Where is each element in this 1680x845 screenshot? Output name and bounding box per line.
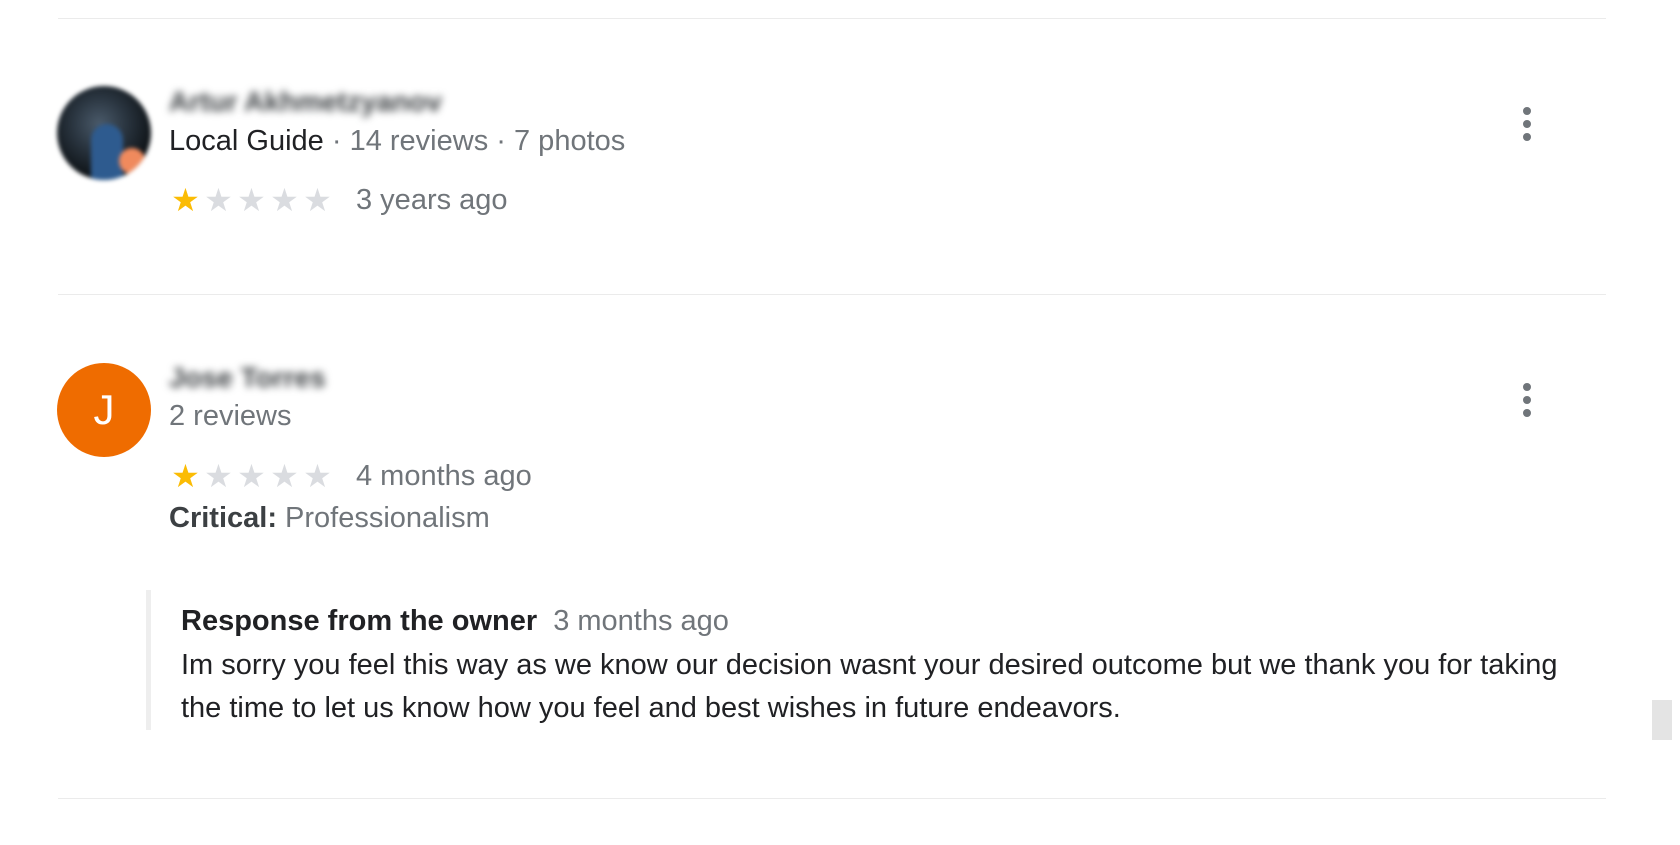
- reviewer-avatar[interactable]: [57, 86, 151, 180]
- star-empty-icon: ★: [237, 457, 266, 495]
- more-options-button[interactable]: [1515, 102, 1539, 146]
- rating-row: ★ ★ ★ ★ ★ 4 months ago: [169, 456, 532, 496]
- rating-row: ★ ★ ★ ★ ★ 3 years ago: [169, 180, 508, 220]
- reviewer-meta: Local Guide · 14 reviews · 7 photos: [169, 125, 625, 158]
- star-empty-icon: ★: [303, 181, 332, 219]
- avatar-figure: [91, 124, 123, 180]
- reviewer-name[interactable]: Artur Akhmetzyanov: [169, 86, 442, 118]
- top-divider: [58, 18, 1606, 19]
- meta-separator: ·: [331, 125, 342, 157]
- star-empty-icon: ★: [303, 457, 332, 495]
- star-empty-icon: ★: [204, 457, 233, 495]
- star-filled-icon: ★: [171, 457, 200, 495]
- review-age: 4 months ago: [356, 459, 532, 492]
- reviewer-avatar[interactable]: J: [57, 363, 151, 457]
- local-guide-label: Local Guide: [169, 125, 324, 157]
- owner-response-text: Im sorry you feel this way as we know ou…: [181, 649, 1558, 724]
- owner-response-header: Response from the owner 3 months ago: [181, 605, 1586, 638]
- owner-response-title: Response from the owner: [181, 605, 538, 637]
- star-empty-icon: ★: [204, 181, 233, 219]
- critical-label: Critical:: [169, 502, 277, 534]
- review-divider: [58, 294, 1606, 295]
- more-dot-icon: [1523, 120, 1531, 128]
- more-dot-icon: [1523, 396, 1531, 404]
- star-empty-icon: ★: [270, 457, 299, 495]
- more-dot-icon: [1523, 107, 1531, 115]
- more-dot-icon: [1523, 133, 1531, 141]
- reviews-count: 2 reviews: [169, 400, 292, 432]
- local-guide-badge-icon: [119, 148, 145, 174]
- review-age: 3 years ago: [356, 183, 508, 216]
- owner-response-age: 3 months ago: [553, 605, 729, 637]
- critical-attribute: Critical: Professionalism: [169, 502, 490, 535]
- more-dot-icon: [1523, 383, 1531, 391]
- reviews-count: 14 reviews: [349, 125, 489, 157]
- more-dot-icon: [1523, 409, 1531, 417]
- star-rating: ★ ★ ★ ★ ★: [169, 184, 334, 216]
- scrollbar-thumb[interactable]: [1652, 700, 1672, 740]
- star-filled-icon: ★: [171, 181, 200, 219]
- reviewer-name[interactable]: Jose Torres: [169, 362, 326, 394]
- meta-separator: ·: [496, 125, 506, 157]
- reviewer-meta: 2 reviews: [169, 400, 292, 433]
- bottom-divider: [58, 798, 1606, 799]
- star-rating: ★ ★ ★ ★ ★: [169, 460, 334, 492]
- more-options-button[interactable]: [1515, 378, 1539, 422]
- star-empty-icon: ★: [237, 181, 266, 219]
- photos-count: 7 photos: [514, 125, 626, 157]
- star-empty-icon: ★: [270, 181, 299, 219]
- critical-value: Professionalism: [285, 502, 490, 534]
- owner-response: Response from the owner 3 months ago Im …: [146, 590, 1586, 730]
